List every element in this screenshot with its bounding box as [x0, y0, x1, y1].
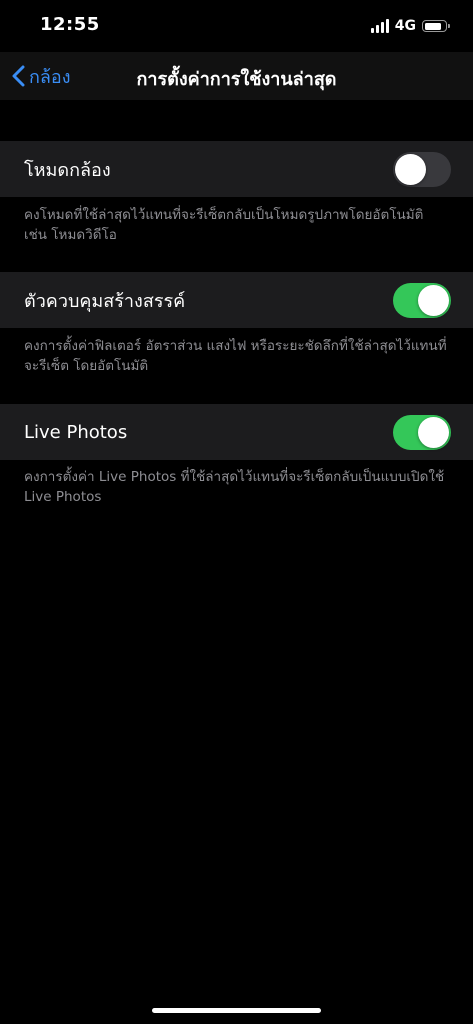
setting-row-camera-mode: โหมดกล้อง	[0, 141, 473, 197]
home-indicator[interactable]	[152, 1008, 321, 1013]
live-photos-toggle[interactable]	[393, 414, 451, 450]
back-button-label: กล้อง	[29, 66, 71, 88]
toggle-knob	[418, 284, 449, 316]
setting-footer-creative-controls: คงการตั้งค่าฟิลเตอร์ อัตราส่วน แสงไฟ หรื…	[24, 338, 447, 374]
setting-row-creative-controls: ตัวควบคุมสร้างสรรค์	[0, 272, 473, 328]
cellular-signal-icon	[370, 19, 389, 33]
status-bar: 12:55 4G	[0, 0, 473, 52]
page-title: การตั้งค่าการใช้งานล่าสุด	[136, 69, 337, 90]
setting-footer-camera-mode: คงโหมดที่ใช้ล่าสุดไว้แทนที่จะรีเซ็ตกลับเ…	[24, 207, 424, 243]
setting-row-live-photos: Live Photos	[0, 404, 473, 460]
camera-mode-toggle[interactable]	[393, 151, 451, 187]
creative-controls-toggle[interactable]	[393, 282, 451, 318]
status-time: 12:55	[40, 14, 100, 35]
chevron-left-icon	[12, 65, 25, 87]
back-button[interactable]: กล้อง	[12, 62, 71, 90]
navigation-bar: กล้อง การตั้งค่าการใช้งานล่าสุด	[0, 52, 473, 100]
setting-label-live-photos: Live Photos	[24, 421, 128, 443]
network-type-label: 4G	[394, 18, 416, 34]
toggle-knob	[395, 153, 426, 185]
status-indicators: 4G	[370, 16, 450, 36]
setting-label-camera-mode: โหมดกล้อง	[24, 159, 111, 181]
toggle-knob	[418, 416, 449, 448]
battery-fill	[424, 22, 441, 30]
setting-label-creative-controls: ตัวควบคุมสร้างสรรค์	[24, 290, 186, 312]
setting-footer-live-photos: คงการตั้งค่า Live Photos ที่ใช้ล่าสุดไว้…	[24, 469, 445, 505]
battery-icon	[422, 20, 450, 32]
